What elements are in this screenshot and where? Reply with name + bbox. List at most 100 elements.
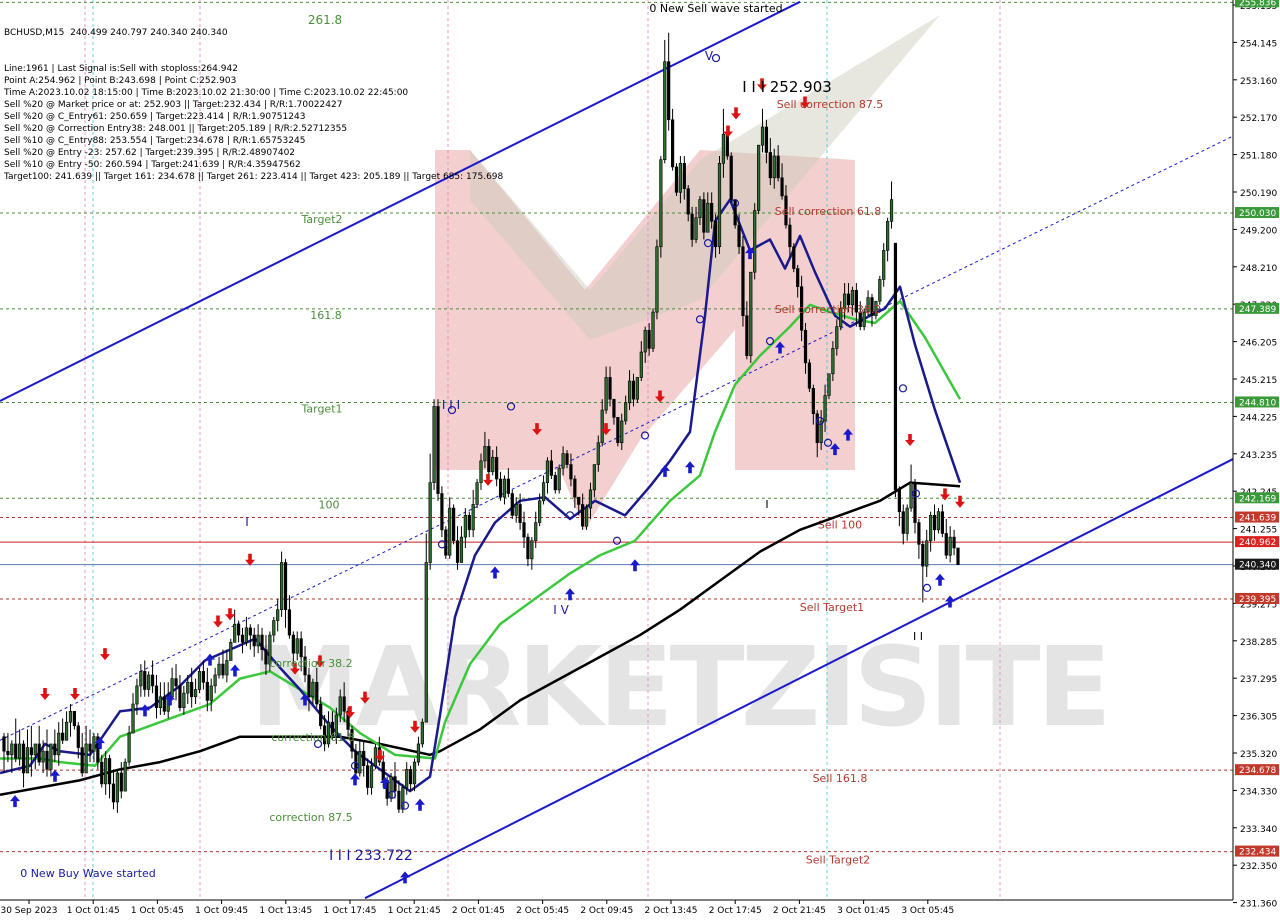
- candle-body: [803, 329, 808, 364]
- candle-body: [667, 61, 671, 121]
- candle-body: [53, 743, 57, 756]
- candle-body: [792, 246, 796, 269]
- price-tick-label: 237.295: [1240, 675, 1277, 685]
- candle-body: [440, 493, 444, 531]
- candle-body: [49, 743, 53, 770]
- price-tick-label: 250.190: [1240, 189, 1277, 199]
- price-tick-label: 238.285: [1240, 638, 1277, 648]
- candle-body: [104, 758, 108, 785]
- candle-body: [311, 681, 315, 698]
- chart-annotation: correction 87.5: [269, 811, 352, 824]
- candle-body: [233, 623, 237, 643]
- chart-area[interactable]: MARKETZISITE Target2 161.8 Target1 100 Sell …: [0, 0, 1280, 920]
- candle-body: [369, 765, 374, 788]
- time-tick-label: 2 Oct 17:45: [709, 906, 762, 916]
- candle-body: [88, 743, 92, 752]
- candle-body: [827, 373, 831, 396]
- candle-body: [240, 634, 245, 643]
- candle-body: [72, 710, 76, 727]
- candle-body: [541, 482, 546, 502]
- candle-body: [21, 743, 26, 774]
- candle-body: [170, 678, 174, 698]
- candle-body: [279, 562, 284, 610]
- candle-body: [182, 692, 186, 708]
- candle-body: [154, 685, 159, 708]
- candle-body: [409, 769, 413, 785]
- price-level-tag-label: 244.810: [1239, 398, 1276, 408]
- level-label: Sell Target1: [800, 601, 864, 614]
- candle-body: [581, 504, 585, 527]
- price-level-tag-label: 240.962: [1239, 538, 1276, 548]
- candle-body: [100, 761, 104, 785]
- candle-body: [944, 533, 948, 556]
- price-tick-label: 243.235: [1240, 451, 1277, 461]
- candle-body: [107, 758, 112, 785]
- candle-body: [565, 453, 569, 465]
- candle-body: [588, 489, 593, 509]
- candle-body: [553, 475, 557, 491]
- candle-body: [33, 743, 37, 756]
- level-label: Sell Target2: [806, 854, 870, 867]
- candle-body: [92, 736, 96, 752]
- candle-body: [655, 246, 659, 313]
- candle-body: [545, 460, 550, 483]
- candle-body: [502, 478, 507, 498]
- candle-body: [362, 750, 366, 767]
- price-tick-label: 249.200: [1240, 226, 1277, 236]
- candle-body: [878, 279, 882, 302]
- info-line: Sell %20 @ Correction Entry38: 248.001 |…: [4, 124, 348, 134]
- candle-body: [932, 515, 937, 531]
- candle-body: [702, 199, 706, 233]
- candle-body: [577, 496, 581, 505]
- candle-body: [510, 493, 514, 516]
- candle-body: [459, 536, 464, 563]
- candle-body: [217, 663, 221, 676]
- candle-body: [569, 464, 573, 480]
- candle-body: [424, 562, 428, 723]
- candle-body: [749, 271, 753, 356]
- time-tick-label: 30 Sep 2023: [0, 906, 57, 916]
- candle-body: [592, 464, 596, 491]
- candle-body: [823, 395, 827, 422]
- candle-body: [495, 456, 499, 480]
- candle-body: [2, 736, 6, 752]
- info-line: Point A:254.962 | Point B:243.698 | Poin…: [4, 76, 237, 86]
- candle-body: [764, 126, 769, 153]
- time-tick-label: 1 Oct 01:45: [67, 906, 120, 916]
- candle-body: [694, 217, 698, 240]
- candle-body: [397, 790, 401, 810]
- candle-body: [463, 515, 467, 538]
- price-level-tag-label: 247.389: [1239, 305, 1276, 315]
- candle-body: [921, 544, 925, 567]
- candle-body: [600, 409, 604, 444]
- candle-body: [807, 362, 812, 389]
- candle-body: [616, 417, 620, 444]
- current-price-tag-label: 240.340: [1239, 561, 1276, 571]
- price-level-tag-label: 250.030: [1239, 209, 1276, 219]
- candle-body: [518, 504, 522, 523]
- time-tick-label: 1 Oct 05:45: [131, 906, 184, 916]
- candle-body: [272, 620, 276, 636]
- candle-body: [416, 743, 421, 763]
- candle-body: [913, 482, 917, 523]
- candle-body: [291, 634, 295, 654]
- candle-body: [295, 638, 299, 654]
- candle-body: [178, 685, 182, 708]
- candle-body: [41, 750, 45, 763]
- chart-annotation: 0 New Buy Wave started: [20, 867, 156, 880]
- candle-body: [522, 522, 526, 538]
- chart-annotation: 0 New Sell wave started: [649, 2, 782, 15]
- candle-body: [737, 224, 741, 248]
- candle-body: [366, 765, 370, 788]
- price-tick-label: 232.350: [1240, 862, 1277, 872]
- price-level-tag-label: 234.678: [1239, 766, 1276, 776]
- candle-body: [491, 456, 495, 473]
- price-tick-label: 236.305: [1240, 713, 1277, 723]
- candle-body: [229, 642, 233, 661]
- candle-body: [283, 562, 288, 610]
- candle-body: [956, 547, 960, 565]
- candle-body: [147, 674, 151, 690]
- price-level-tag-label: 239.395: [1239, 595, 1276, 605]
- time-tick-label: 1 Oct 13:45: [259, 906, 312, 916]
- candle-body: [25, 747, 30, 774]
